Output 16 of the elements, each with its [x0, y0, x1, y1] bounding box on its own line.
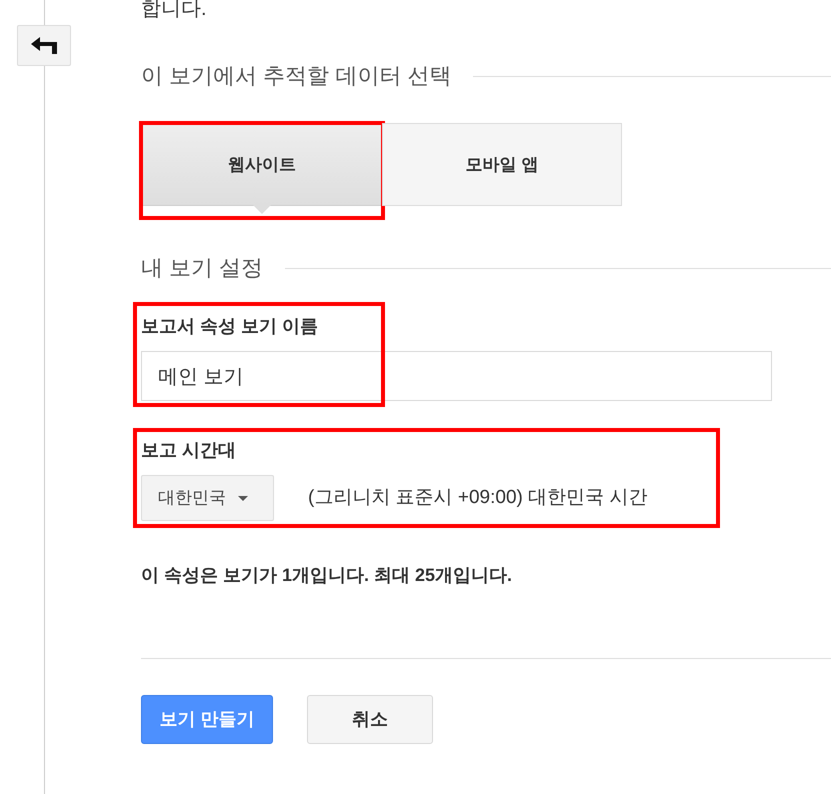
field-label: 보고 시간대 [141, 439, 236, 462]
view-name-input[interactable]: 메인 보기 [141, 351, 772, 401]
country-dropdown[interactable]: 대한민국 [141, 475, 274, 521]
intro-text: 합니다. [141, 0, 207, 20]
view-count-note: 이 속성은 보기가 1개입니다. 최대 25개입니다. [141, 564, 512, 587]
field-label: 보고서 속성 보기 이름 [141, 315, 318, 338]
timezone-text: (그리니치 표준시 +09:00) 대한민국 시간 [308, 486, 648, 510]
back-arrow-icon [31, 37, 57, 54]
section-heading: 내 보기 설정 [141, 254, 264, 282]
data-type-tab[interactable]: 웹사이트 [141, 123, 383, 206]
cancel-button[interactable]: 취소 [307, 695, 433, 744]
pointer-icon [253, 205, 271, 214]
section-heading: 이 보기에서 추적할 데이터 선택 [141, 62, 452, 90]
caret-icon [238, 496, 248, 500]
back-button[interactable] [17, 25, 71, 66]
data-type-tab[interactable]: 모바일 앱 [382, 123, 622, 206]
